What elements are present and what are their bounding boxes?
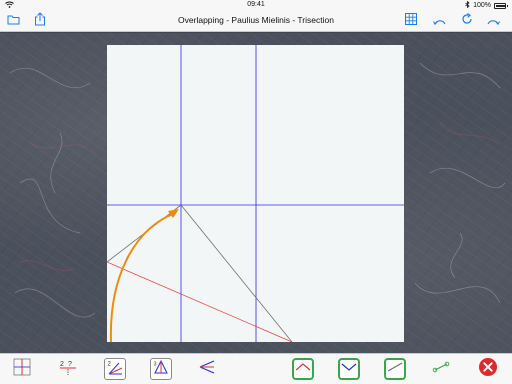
angle-fold-tool[interactable] — [196, 358, 218, 380]
crease-tool[interactable] — [384, 358, 406, 380]
vertical-fold-icon — [13, 358, 31, 381]
workspace-background — [0, 33, 512, 353]
svg-text:?: ? — [68, 361, 72, 368]
close-icon — [478, 357, 498, 382]
bottom-toolbar: 2? 2 3 — [0, 353, 512, 384]
origami-paper[interactable] — [107, 45, 404, 342]
fraction-fold-tool[interactable]: 2? — [57, 358, 79, 380]
triangle-fold-tool[interactable]: 3 — [150, 358, 172, 380]
refresh-button[interactable] — [458, 12, 476, 30]
bluetooth-icon — [465, 0, 470, 10]
triangle-fold-icon: 3 — [153, 359, 169, 380]
svg-text:2: 2 — [108, 361, 112, 367]
point-fold-tool[interactable] — [430, 358, 452, 380]
undo-button[interactable] — [431, 12, 449, 30]
fold-line — [107, 261, 293, 342]
valley-fold-icon — [295, 360, 311, 378]
battery-icon — [494, 2, 508, 9]
fraction-fold-icon: 2? — [59, 358, 77, 381]
folded-edge-diagonal — [180, 204, 293, 342]
status-right: 100% — [465, 0, 508, 10]
undo-arc-icon — [433, 12, 447, 30]
angle-bisect-fold-tool[interactable]: 2 — [104, 358, 126, 380]
mountain-fold-tool[interactable] — [338, 358, 360, 380]
refresh-icon — [461, 12, 473, 30]
mountain-fold-icon — [341, 360, 357, 378]
vertical-fold-tool[interactable] — [11, 358, 33, 380]
svg-text:3: 3 — [154, 361, 157, 367]
navigation-bar: Overlapping - Paulius Mielinis - Trisect… — [0, 10, 512, 32]
redo-arc-icon — [486, 12, 500, 30]
crease-icon — [387, 360, 403, 378]
battery-percent: 100% — [473, 2, 491, 9]
angle-fold-icon — [198, 358, 216, 381]
fold-diagram — [107, 45, 404, 342]
point-fold-icon — [432, 360, 450, 378]
battery-fill — [496, 4, 506, 7]
status-bar: 09:41 100% — [0, 0, 512, 10]
angle-bisect-fold-icon: 2 — [107, 359, 123, 380]
close-button[interactable] — [477, 357, 499, 382]
grid-button[interactable] — [402, 12, 420, 30]
redo-button[interactable] — [484, 12, 502, 30]
valley-fold-tool[interactable] — [292, 358, 314, 380]
status-time: 09:41 — [247, 1, 265, 8]
grid-icon — [405, 12, 417, 30]
svg-text:2: 2 — [60, 361, 64, 368]
